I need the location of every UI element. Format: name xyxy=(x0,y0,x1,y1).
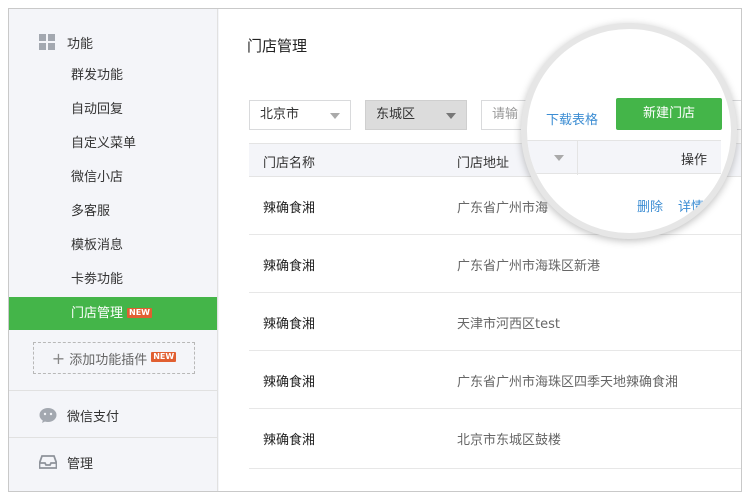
sidebar-item-store-management[interactable]: 门店管理 NEW xyxy=(9,297,217,330)
detail-link[interactable]: 详情 xyxy=(678,196,704,215)
sidebar-item-label: 模板消息 xyxy=(71,238,124,253)
header-action: 操作 xyxy=(680,153,707,168)
sidebar-item-template-message[interactable]: 模板消息 xyxy=(9,229,217,262)
sidebar-item-label: 多客服 xyxy=(71,204,111,219)
download-table-link[interactable]: 下载表格 xyxy=(546,109,598,128)
store-name: 辣确食湘 xyxy=(263,259,316,274)
sidebar: 功能 群发功能 自动回复 自定义菜单 微信小店 多客服 模板消息 卡劵功能 门店… xyxy=(9,9,218,491)
page-title: 门店管理 xyxy=(247,37,308,55)
table-row: 辣确食湘 北京市东城区鼓楼 xyxy=(249,409,741,469)
chevron-down-icon[interactable] xyxy=(554,155,564,161)
sidebar-item-label: 自定义菜单 xyxy=(71,136,137,151)
sidebar-item-label: 群发功能 xyxy=(71,68,124,83)
column-divider xyxy=(577,141,578,175)
plus-icon: + xyxy=(51,348,66,368)
city-select[interactable]: 北京市 xyxy=(249,100,351,130)
sidebar-divider xyxy=(9,437,217,438)
table-row: 辣确食湘 广东省广州市海珠区四季天地辣确食湘 xyxy=(249,351,741,409)
sidebar-item-auto-reply[interactable]: 自动回复 xyxy=(9,93,217,126)
chevron-down-icon xyxy=(330,113,340,119)
sidebar-item-customer-service[interactable]: 多客服 xyxy=(9,195,217,228)
sidebar-item-wechat-shop[interactable]: 微信小店 xyxy=(9,161,217,194)
store-name: 辣确食湘 xyxy=(263,201,316,216)
sidebar-item-coupons[interactable]: 卡劵功能 xyxy=(9,263,217,296)
new-badge: NEW xyxy=(151,352,177,362)
store-name: 辣确食湘 xyxy=(263,433,316,448)
sidebar-group-manage[interactable]: 管理 xyxy=(38,452,94,472)
app-frame: 功能 群发功能 自动回复 自定义菜单 微信小店 多客服 模板消息 卡劵功能 门店… xyxy=(8,8,742,492)
header-store-name: 门店名称 xyxy=(263,156,316,171)
grid-icon xyxy=(39,34,55,50)
sidebar-item-mass-send[interactable]: 群发功能 xyxy=(9,59,217,92)
store-name: 辣确食湘 xyxy=(263,317,316,332)
sidebar-item-label: 卡劵功能 xyxy=(71,272,124,287)
city-select-value: 北京市 xyxy=(260,107,300,122)
district-select[interactable]: 东城区 xyxy=(365,100,467,130)
sidebar-item-label: 微信小店 xyxy=(71,170,124,185)
sidebar-item-label: 门店管理 xyxy=(71,306,124,321)
store-name: 辣确食湘 xyxy=(263,375,316,390)
chevron-down-icon xyxy=(446,113,456,119)
store-address: 广东省广州市海珠区新港 xyxy=(457,259,601,274)
header-store-address: 门店地址 xyxy=(457,156,510,171)
add-plugin-label: 添加功能插件 xyxy=(69,352,148,368)
table-header-zoomed: 操作 xyxy=(527,140,721,175)
store-address: 天津市河西区test xyxy=(457,317,560,332)
store-address: 北京市东城区鼓楼 xyxy=(457,433,562,448)
district-select-value: 东城区 xyxy=(376,107,416,122)
add-plugin-button[interactable]: + 添加功能插件 NEW xyxy=(33,342,195,374)
sidebar-group-label: 微信支付 xyxy=(67,409,120,425)
magnifier-callout: 下载表格 新建门店 操作 删除 详情 xyxy=(521,23,737,239)
store-address: 广东省广州市海珠区四季天地辣确食湘 xyxy=(457,375,679,390)
new-badge: NEW xyxy=(127,307,152,318)
inbox-icon xyxy=(38,454,58,470)
sidebar-item-custom-menu[interactable]: 自定义菜单 xyxy=(9,127,217,160)
search-placeholder: 请输 xyxy=(492,107,519,122)
table-row: 辣确食湘 天津市河西区test xyxy=(249,293,741,351)
sidebar-item-label: 自动回复 xyxy=(71,102,124,117)
sidebar-group-pay[interactable]: 微信支付 xyxy=(39,405,119,425)
sidebar-group-label: 管理 xyxy=(67,456,94,472)
sidebar-divider xyxy=(9,390,217,391)
sidebar-group-function: 功能 xyxy=(39,32,93,52)
delete-link[interactable]: 删除 xyxy=(637,196,663,215)
wechat-icon xyxy=(39,407,57,423)
sidebar-group-label: 功能 xyxy=(67,36,94,52)
new-store-button[interactable]: 新建门店 xyxy=(616,98,722,130)
table-row: 辣确食湘 广东省广州市海珠区新港 xyxy=(249,235,741,293)
